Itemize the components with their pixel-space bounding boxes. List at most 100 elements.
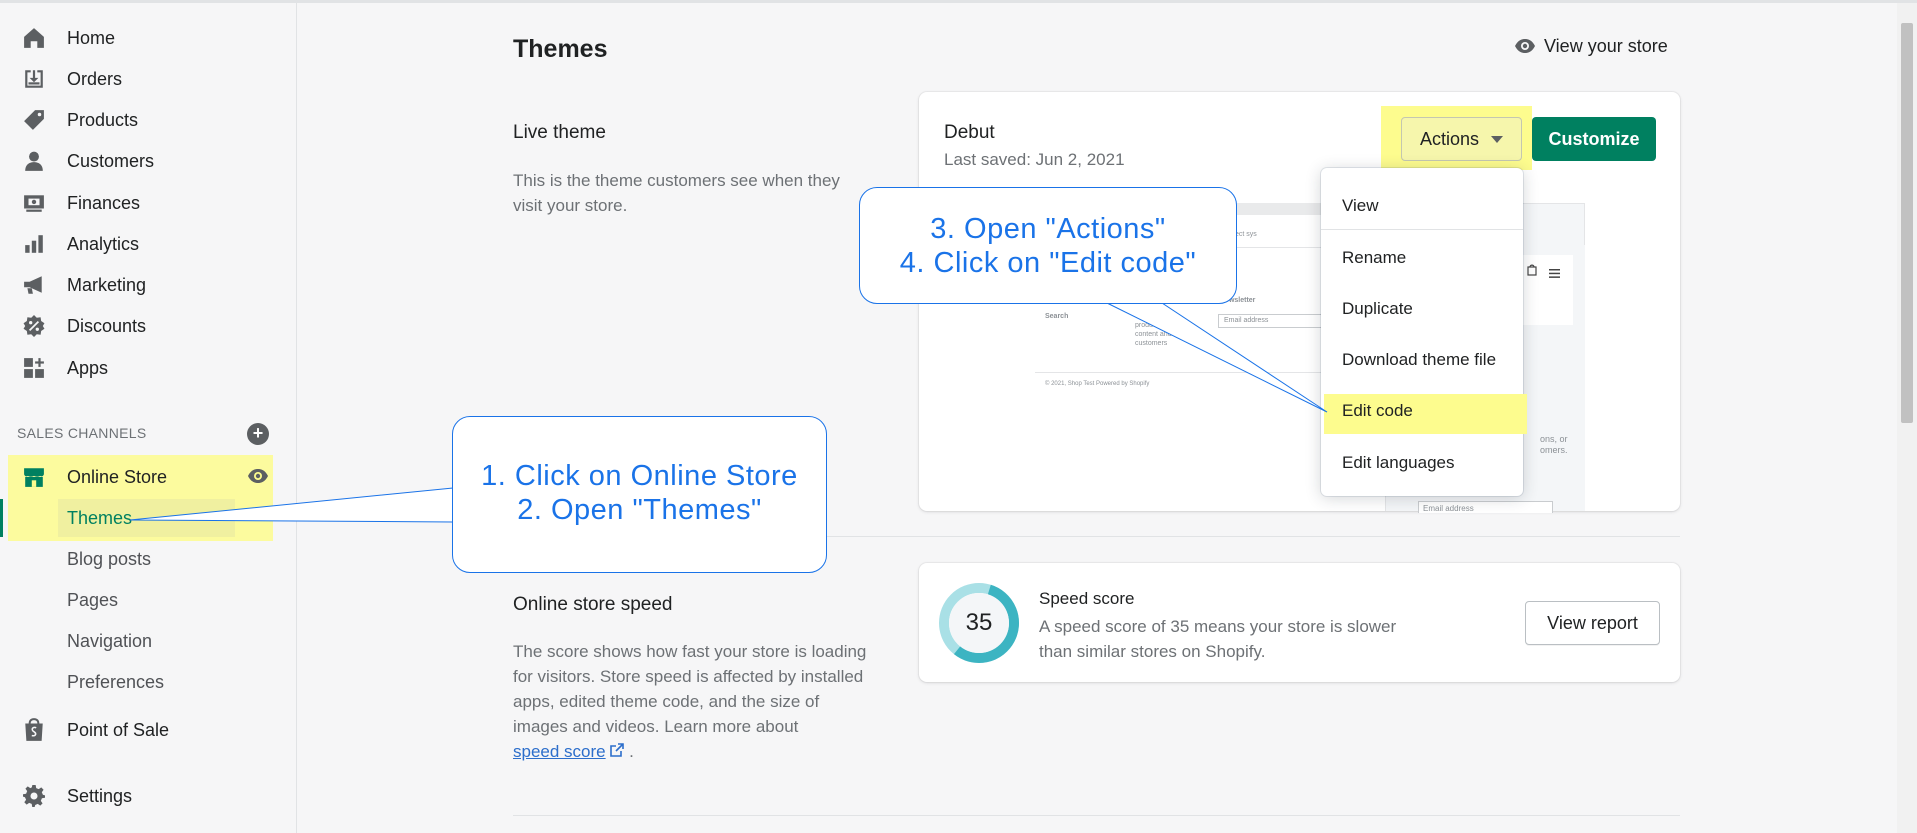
preview-footer-text: © 2021, Shop Test Powered by Shopify [1045, 381, 1150, 387]
speed-score-text: A speed score of 35 means your store is … [1039, 617, 1397, 661]
menu-item-edit-code[interactable]: Edit code [1321, 392, 1523, 430]
sidebar-item-customers[interactable]: Customers [0, 142, 297, 180]
sidebar-item-blog-posts[interactable]: Blog posts [0, 540, 297, 578]
sidebar-item-finances[interactable]: Finances [0, 184, 297, 222]
callout-step-3-4: 3. Open "Actions" 4. Click on "Edit code… [859, 187, 1237, 304]
sidebar-item-label: Preferences [67, 671, 165, 692]
megaphone-icon [22, 273, 46, 297]
preview-top-text: ect sys [1235, 231, 1257, 238]
eye-icon [1515, 39, 1535, 53]
customize-button[interactable]: Customize [1532, 117, 1656, 161]
tag-icon [22, 108, 46, 132]
menu-item-duplicate[interactable]: Duplicate [1321, 290, 1523, 328]
sidebar-item-label: Products [67, 109, 139, 130]
eye-icon[interactable] [247, 468, 269, 489]
sidebar-item-products[interactable]: Products [0, 101, 297, 139]
external-link-icon [610, 742, 629, 761]
sidebar-item-discounts[interactable]: Discounts [0, 307, 297, 345]
sidebar-item-settings[interactable]: Settings [0, 777, 297, 815]
sidebar-item-label: Apps [67, 357, 109, 378]
apps-icon [22, 356, 46, 380]
preview-email-input: Email address [1218, 314, 1323, 328]
preview-body-line: customers [1135, 340, 1168, 347]
menu-item-edit-languages[interactable]: Edit languages [1321, 444, 1523, 482]
callout-line: 3. Open "Actions" [930, 213, 1166, 245]
actions-label: Actions [1419, 128, 1480, 149]
page-title: Themes [513, 35, 608, 63]
sidebar-item-label: Orders [67, 68, 123, 89]
sidebar-item-preferences[interactable]: Preferences [0, 663, 297, 701]
view-store-link[interactable]: View your store [1514, 33, 1668, 59]
sidebar-item-label: Pages [67, 589, 119, 610]
live-theme-description: This is the theme customers see when the… [513, 171, 840, 215]
menu-item-view[interactable]: View [1321, 187, 1523, 225]
preview-body-line: content and [1135, 331, 1172, 338]
actions-button[interactable]: Actions [1401, 117, 1522, 161]
sidebar-item-label: Navigation [67, 630, 153, 651]
speed-score-link[interactable]: speed score [513, 742, 606, 761]
speed-link-suffix: . [629, 742, 634, 761]
preview-mobile-email-input: Email address [1418, 501, 1553, 513]
live-theme-title: Live theme [513, 122, 606, 143]
sidebar-item-analytics[interactable]: Analytics [0, 225, 297, 263]
finances-icon [22, 191, 46, 215]
menu-item-rename[interactable]: Rename [1321, 239, 1523, 277]
speed-score-value: 35 [965, 609, 993, 636]
speed-section-title: Online store speed [513, 594, 673, 615]
sidebar-item-online-store[interactable]: Online Store [0, 458, 297, 496]
sidebar-item-home[interactable]: Home [0, 19, 297, 57]
preview-body-line: products [1135, 322, 1162, 329]
callout-line: 1. Click on Online Store [481, 460, 798, 492]
sidebar-item-label: Blog posts [67, 548, 152, 569]
view-report-button[interactable]: View report [1525, 601, 1660, 645]
section-divider [513, 815, 1680, 816]
home-icon [22, 26, 46, 50]
callout-step-1-2: 1. Click on Online Store 2. Open "Themes… [452, 416, 827, 573]
sidebar-item-label: Settings [67, 785, 133, 806]
store-icon [22, 465, 46, 489]
preview-right-line: omers. [1540, 445, 1568, 455]
sidebar-item-point-of-sale[interactable]: Point of Sale [0, 711, 297, 749]
sidebar-item-apps[interactable]: Apps [0, 349, 297, 387]
theme-last-saved: Last saved: Jun 2, 2021 [944, 150, 1125, 169]
shopping-bag-icon [22, 718, 46, 742]
view-store-label: View your store [1544, 35, 1668, 56]
speed-score-heading: Speed score [1039, 589, 1135, 608]
sidebar-item-label: Discounts [67, 315, 147, 336]
preview-search-text: Search [1045, 313, 1069, 320]
sidebar-item-label: Point of Sale [67, 719, 170, 740]
sidebar: Home Orders Products Customers Finances … [0, 3, 297, 833]
preview-menu-icon [1549, 265, 1560, 283]
preview-right-line: ons, or [1540, 434, 1568, 444]
sidebar-item-label: Customers [67, 150, 155, 171]
gear-icon [22, 784, 46, 808]
theme-name: Debut [944, 122, 995, 143]
preview-footer-divider [1035, 372, 1335, 373]
sidebar-item-label: Home [67, 27, 116, 48]
sidebar-item-orders[interactable]: Orders [0, 60, 297, 98]
bar-chart-icon [22, 232, 46, 256]
speed-description-text: The score shows how fast your store is l… [513, 642, 867, 736]
preview-right-text: ons, or omers. [1540, 434, 1568, 456]
sidebar-item-label: Analytics [67, 233, 140, 254]
speed-description: The score shows how fast your store is l… [513, 639, 873, 764]
sidebar-item-label: Marketing [67, 274, 147, 295]
caret-down-icon [1491, 135, 1504, 143]
add-sales-channel-icon[interactable]: + [247, 423, 269, 445]
scrollbar-thumb[interactable] [1901, 23, 1913, 423]
sidebar-item-pages[interactable]: Pages [0, 581, 297, 619]
sidebar-item-navigation[interactable]: Navigation [0, 622, 297, 660]
menu-item-download-theme-file[interactable]: Download theme file [1321, 341, 1523, 379]
sidebar-item-themes[interactable]: Themes [0, 499, 297, 537]
callout-line: 4. Click on "Edit code" [899, 247, 1197, 279]
callout-line: 2. Open "Themes" [517, 494, 762, 526]
orders-icon [22, 67, 46, 91]
menu-separator [1321, 229, 1523, 230]
person-icon [22, 149, 46, 173]
sidebar-item-label: Themes [67, 507, 133, 528]
sidebar-item-label: Finances [67, 192, 141, 213]
preview-body-text: products content and customers [1135, 321, 1172, 348]
sidebar-item-label: Online Store [67, 466, 168, 487]
sidebar-item-marketing[interactable]: Marketing [0, 266, 297, 304]
sales-channels-title: SALES CHANNELS [17, 425, 147, 441]
